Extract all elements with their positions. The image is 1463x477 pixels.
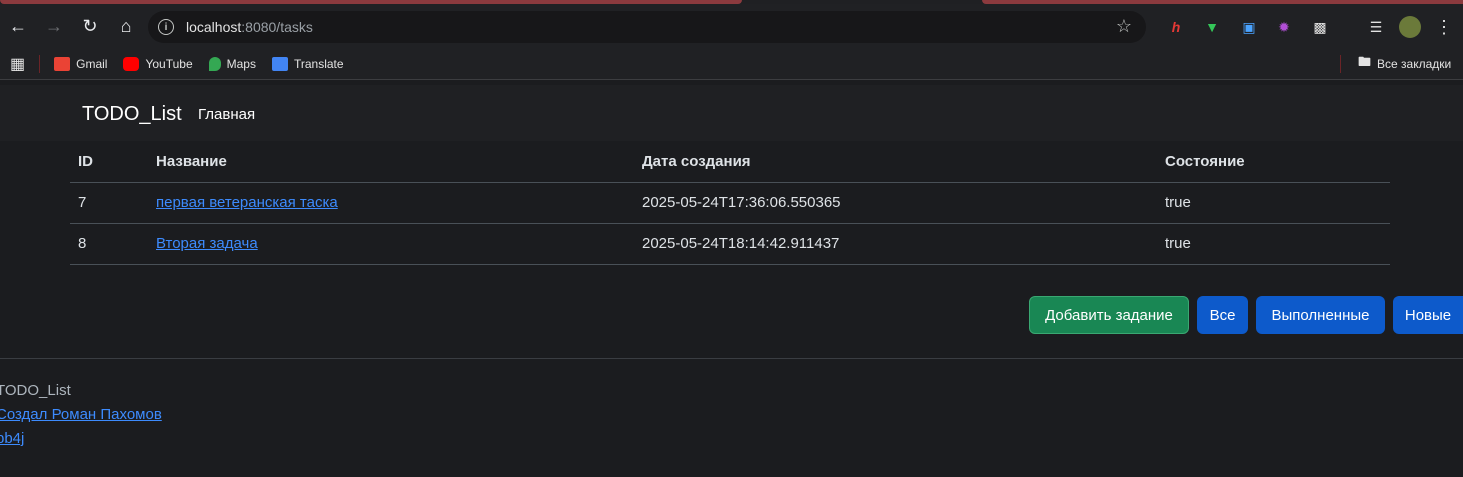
folder-icon: 🖿 (1358, 53, 1372, 69)
page-content: TODO_List Главная ID Название Дата созда… (0, 85, 1463, 477)
task-link[interactable]: Вторая задача (156, 235, 258, 252)
column-header-id: ID (70, 141, 148, 183)
filter-all-button[interactable]: Все (1197, 296, 1248, 334)
all-bookmarks-folder[interactable]: 🖿 Все закладки (1358, 53, 1451, 75)
task-state: true (1157, 182, 1390, 224)
gmail-icon (54, 56, 71, 71)
column-header-name: Название (148, 141, 634, 183)
task-name-cell: Вторая задача (148, 223, 634, 265)
bookmark-label: YouTube (145, 56, 193, 71)
site-footer: TODO_List Создал Роман Пахомов pb4j (0, 379, 162, 451)
brain-extension-icon[interactable]: ✹ (1274, 17, 1294, 37)
navbar-brand[interactable]: TODO_List (82, 103, 182, 126)
reload-icon[interactable]: ↻ (72, 8, 108, 44)
bookmark-maps[interactable]: Maps (208, 56, 256, 71)
puzzle-extensions-icon[interactable]: ▩ (1310, 17, 1330, 37)
bookmark-label: Translate (293, 56, 344, 71)
author-link[interactable]: Создал Роман Пахомов (0, 403, 162, 427)
bookmark-label: Gmail (76, 56, 108, 71)
bookmarks-bar: ▦ Gmail YouTube Maps Translate 🖿 Все зак… (0, 48, 1463, 80)
table-row: 8 Вторая задача 2025-05-24T18:14:42.9114… (70, 223, 1390, 265)
maps-pin-icon (208, 56, 221, 71)
filter-done-button[interactable]: Выполненные (1256, 296, 1385, 334)
site-navbar: TODO_List Главная (0, 85, 1463, 141)
bookmark-star-icon[interactable]: ☆ (1116, 16, 1132, 37)
home-icon[interactable]: ⌂ (108, 8, 144, 44)
all-bookmarks-label: Все закладки (1377, 56, 1452, 71)
bookmark-translate[interactable]: Translate (271, 56, 344, 71)
url-text[interactable]: localhost:8080/tasks (186, 19, 313, 35)
address-bar[interactable]: i localhost:8080/tasks ☆ (148, 11, 1146, 43)
media-control-icon[interactable]: ☰ (1366, 17, 1386, 37)
bookmarks-divider (1340, 54, 1341, 73)
table-header-row: ID Название Дата создания Состояние (70, 141, 1390, 183)
youtube-icon (123, 56, 140, 71)
task-state: true (1157, 223, 1390, 265)
translate-icon (271, 56, 288, 71)
forward-arrow-icon[interactable]: → (36, 8, 72, 44)
bookmark-label: Maps (226, 56, 256, 71)
column-header-created: Дата создания (634, 141, 1157, 183)
column-header-state: Состояние (1157, 141, 1390, 183)
bookmark-gmail[interactable]: Gmail (54, 56, 108, 71)
tasks-table: ID Название Дата создания Состояние 7 пе… (70, 141, 1390, 265)
task-link[interactable]: первая ветеранская таска (156, 194, 338, 211)
task-id: 7 (70, 182, 148, 224)
bookmarks-divider (39, 54, 41, 73)
task-id: 8 (70, 223, 148, 265)
browser-toolbar: ← → ↻ ⌂ i localhost:8080/tasks ☆ h ▼ ▣ ✹… (0, 4, 1463, 48)
nav-link-home[interactable]: Главная (198, 106, 255, 123)
footer-title: TODO_List (0, 382, 71, 399)
add-task-button[interactable]: Добавить задание (1029, 296, 1189, 334)
task-created: 2025-05-24T18:14:42.911437 (634, 223, 1157, 265)
site-info-icon[interactable]: i (158, 19, 174, 35)
task-created: 2025-05-24T17:36:06.550365 (634, 182, 1157, 224)
bookmark-youtube[interactable]: YouTube (123, 56, 193, 71)
filter-new-button[interactable]: Новые (1393, 296, 1463, 334)
apps-grid-icon[interactable]: ▦ (10, 54, 25, 74)
profile-avatar[interactable] (1399, 16, 1421, 38)
h-extension-icon[interactable]: h (1166, 17, 1186, 37)
share-extension-icon[interactable]: ▣ (1239, 17, 1259, 37)
table-row: 7 первая ветеранская таска 2025-05-24T17… (70, 182, 1390, 224)
footer-divider (0, 358, 1463, 359)
task-name-cell: первая ветеранская таска (148, 182, 634, 224)
shield-extension-icon[interactable]: ▼ (1202, 17, 1222, 37)
back-arrow-icon[interactable]: ← (0, 8, 36, 44)
pb4j-link[interactable]: pb4j (0, 427, 162, 451)
menu-dots-icon[interactable]: ⋮ (1434, 17, 1454, 37)
